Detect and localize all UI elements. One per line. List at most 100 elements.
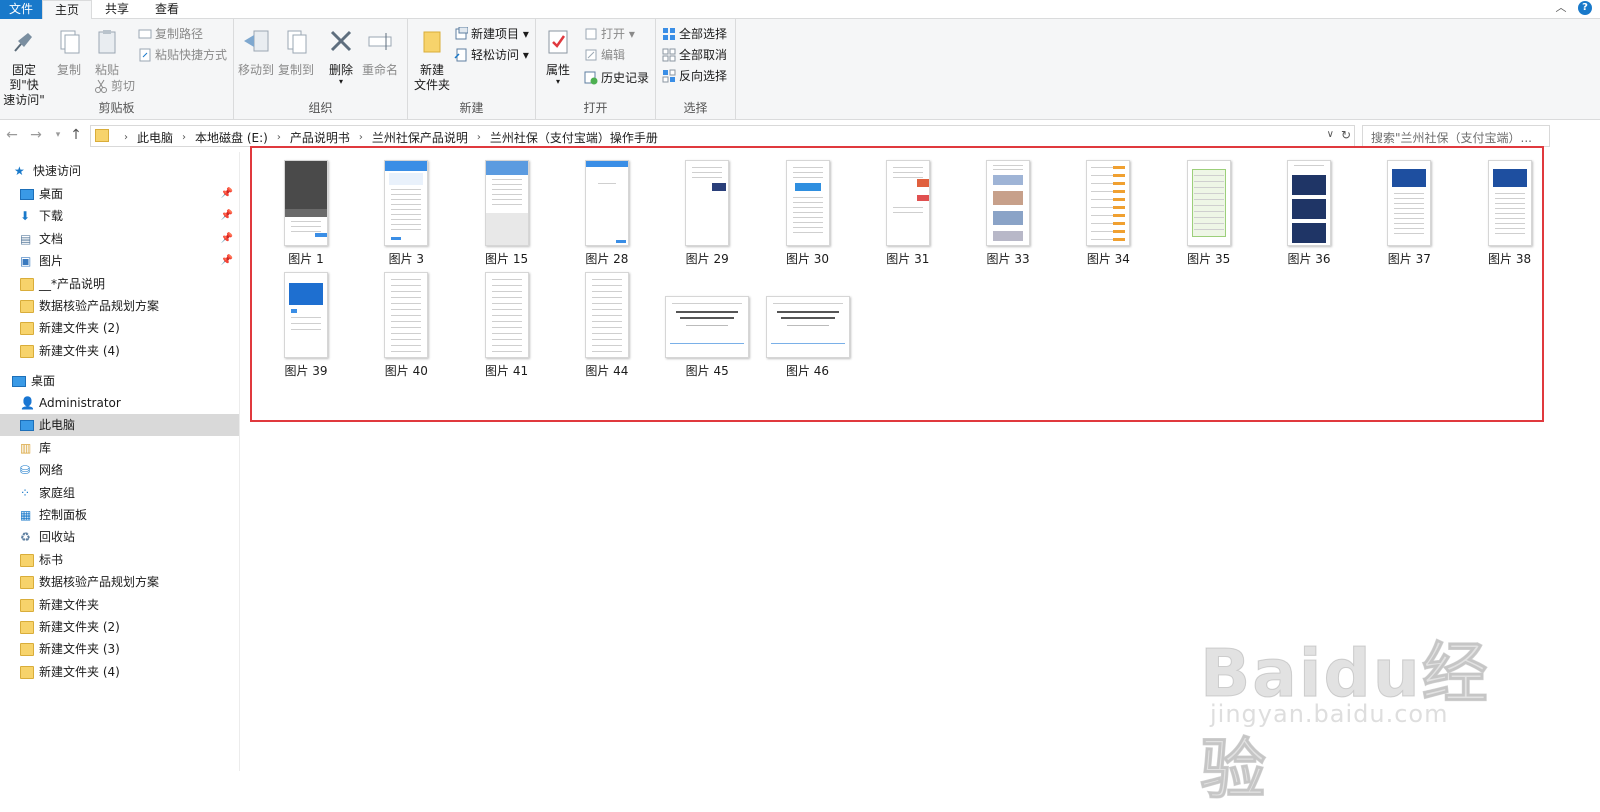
sidebar-item-quick[interactable]: 新建文件夹 (2) xyxy=(0,317,239,339)
up-arrow-icon[interactable]: ↑ xyxy=(68,127,84,143)
history-button[interactable]: 历史记录 xyxy=(584,69,649,86)
properties-dropdown-icon[interactable]: ▾ xyxy=(540,78,576,86)
file-item[interactable]: 图片 39 xyxy=(261,272,351,379)
forward-arrow-icon[interactable]: → xyxy=(28,127,44,143)
file-item[interactable]: 图片 3 xyxy=(361,160,451,267)
collapse-ribbon-icon[interactable]: ︿ xyxy=(1554,1,1568,15)
address-bar[interactable]: › 此电脑 › 本地磁盘 (E:) › 产品说明书 › 兰州社保产品说明 › 兰州社保（支付宝端）… xyxy=(90,125,1355,147)
sidebar-item-quick[interactable]: 桌面 📌 xyxy=(0,183,239,205)
file-item[interactable]: 图片 46 xyxy=(763,272,853,379)
sidebar-item-desktop[interactable]: ▥ 库 xyxy=(0,437,239,459)
copy-path-button[interactable]: 复制路径 xyxy=(138,25,203,42)
thumbnail-image xyxy=(584,160,629,246)
sidebar-item-quick[interactable]: __*产品说明 xyxy=(0,273,239,295)
file-item[interactable]: 图片 31 xyxy=(863,160,953,267)
tab-view[interactable]: 查看 xyxy=(142,0,192,19)
breadcrumb-item[interactable]: 兰州社保（支付宝端）操作手册 xyxy=(490,129,658,146)
select-all-button[interactable]: 全部选择 xyxy=(662,25,727,42)
file-item[interactable]: 图片 45 xyxy=(662,272,752,379)
sidebar-item-desktop[interactable]: 标书 xyxy=(0,549,239,571)
breadcrumb-separator-icon[interactable]: › xyxy=(477,132,481,143)
file-item[interactable]: 图片 33 xyxy=(963,160,1053,267)
sidebar-item-desktop[interactable]: 新建文件夹 (3) xyxy=(0,638,239,660)
edit-button[interactable]: 编辑 xyxy=(584,46,625,63)
pin-quick-access-button[interactable]: 固定到"快 速访问" xyxy=(0,27,48,108)
new-folder-button[interactable]: 新建 文件夹 xyxy=(412,27,452,93)
file-item[interactable]: 图片 29 xyxy=(662,160,752,267)
file-item[interactable]: 图片 44 xyxy=(562,272,652,379)
properties-icon xyxy=(544,27,572,57)
file-name: 图片 31 xyxy=(886,252,930,266)
paste-shortcut-button[interactable]: 粘贴快捷方式 xyxy=(138,46,227,63)
sidebar-item-desktop[interactable]: 新建文件夹 (2) xyxy=(0,616,239,638)
search-input[interactable]: 搜索"兰州社保（支付宝端）... xyxy=(1362,125,1550,147)
select-none-button[interactable]: 全部取消 xyxy=(662,46,727,63)
thumbnail-detail xyxy=(285,161,327,209)
sidebar-item-label: 家庭组 xyxy=(39,485,76,500)
copy-button[interactable]: 复制 xyxy=(52,27,86,78)
file-name: 图片 40 xyxy=(384,364,428,378)
help-icon[interactable]: ? xyxy=(1578,1,1592,15)
paste-button[interactable]: 粘贴 xyxy=(90,27,124,78)
sidebar-item-quick[interactable]: 新建文件夹 (4) xyxy=(0,340,239,362)
back-arrow-icon[interactable]: ← xyxy=(4,127,20,143)
file-item[interactable]: 图片 34 xyxy=(1063,160,1153,267)
new-item-button[interactable]: 新建项目 ▾ xyxy=(454,25,529,42)
sidebar-item-desktop[interactable]: 👤 Administrator xyxy=(0,392,239,414)
breadcrumb-separator-icon[interactable]: › xyxy=(277,132,281,143)
folder-icon xyxy=(95,129,109,142)
sidebar-item-quick[interactable]: ▣ 图片 📌 xyxy=(0,250,239,272)
properties-button[interactable]: 属性 ▾ xyxy=(540,27,576,86)
file-item[interactable]: 图片 38 xyxy=(1465,160,1555,267)
file-item[interactable]: 图片 35 xyxy=(1164,160,1254,267)
file-item[interactable]: 图片 28 xyxy=(562,160,652,267)
copy-to-button[interactable]: 复制到 xyxy=(278,27,314,78)
paste-icon xyxy=(93,27,121,57)
breadcrumb-item[interactable]: 本地磁盘 (E:) xyxy=(195,129,268,146)
breadcrumb-separator-icon[interactable]: › xyxy=(124,132,128,143)
delete-dropdown-icon[interactable]: ▾ xyxy=(326,78,356,86)
sidebar-item-desktop[interactable]: 此电脑 xyxy=(0,414,239,437)
sidebar-desktop[interactable]: 桌面 xyxy=(0,370,239,392)
easy-access-button[interactable]: 轻松访问 ▾ xyxy=(454,46,529,63)
breadcrumb-item[interactable]: 此电脑 xyxy=(137,129,173,146)
address-dropdown-icon[interactable]: ∨ xyxy=(1327,129,1334,140)
thumbnail-detail xyxy=(792,197,823,198)
open-button[interactable]: 打开 ▾ xyxy=(584,25,635,42)
refresh-icon[interactable]: ↻ xyxy=(1341,128,1351,142)
file-item[interactable]: 图片 36 xyxy=(1264,160,1354,267)
breadcrumb-item[interactable]: 兰州社保产品说明 xyxy=(372,129,468,146)
thumbnail-frame xyxy=(462,160,552,246)
thumbnail-image xyxy=(284,272,328,358)
sidebar-item-desktop[interactable]: ▦ 控制面板 xyxy=(0,504,239,526)
sidebar-item-quick[interactable]: ▤ 文档 📌 xyxy=(0,228,239,250)
file-item[interactable]: 图片 1 xyxy=(261,160,351,267)
sidebar-item-quick[interactable]: ⬇ 下载 📌 xyxy=(0,205,239,227)
breadcrumb-item[interactable]: 产品说明书 xyxy=(290,129,350,146)
file-item[interactable]: 图片 37 xyxy=(1364,160,1454,267)
sidebar-item-desktop[interactable]: 新建文件夹 (4) xyxy=(0,661,239,683)
breadcrumb-separator-icon[interactable]: › xyxy=(359,132,363,143)
sidebar-item-desktop[interactable]: 新建文件夹 xyxy=(0,594,239,616)
invert-selection-button[interactable]: 反向选择 xyxy=(662,67,727,84)
file-item[interactable]: 图片 15 xyxy=(462,160,552,267)
rename-button[interactable]: 重命名 xyxy=(360,27,400,78)
tab-home[interactable]: 主页 xyxy=(42,0,92,20)
sidebar-item-desktop[interactable]: ♻ 回收站 xyxy=(0,526,239,548)
recent-locations-chevron-icon[interactable]: ▾ xyxy=(50,127,66,143)
breadcrumb-separator-icon[interactable]: › xyxy=(182,132,186,143)
file-item[interactable]: 图片 41 xyxy=(462,272,552,379)
delete-button[interactable]: 删除 ▾ xyxy=(326,27,356,86)
sidebar-item-desktop[interactable]: ⁘ 家庭组 xyxy=(0,482,239,504)
sidebar-item-quick[interactable]: 数据核验产品规划方案 xyxy=(0,295,239,317)
thumbnail-image xyxy=(384,272,429,358)
cut-button[interactable]: 剪切 xyxy=(94,77,135,94)
tab-share[interactable]: 共享 xyxy=(92,0,142,19)
sidebar-item-desktop[interactable]: ⛁ 网络 xyxy=(0,459,239,481)
tab-file[interactable]: 文件 xyxy=(0,0,42,19)
file-item[interactable]: 图片 30 xyxy=(763,160,853,267)
move-to-button[interactable]: 移动到 xyxy=(238,27,274,78)
sidebar-quick-access[interactable]: ★ 快速访问 xyxy=(0,160,239,182)
sidebar-item-desktop[interactable]: 数据核验产品规划方案 xyxy=(0,571,239,593)
file-item[interactable]: 图片 40 xyxy=(361,272,451,379)
